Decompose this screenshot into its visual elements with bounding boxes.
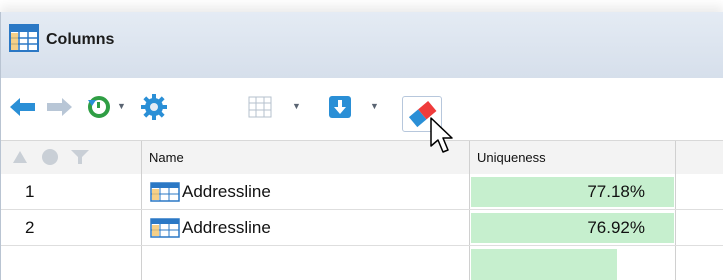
column-divider bbox=[675, 174, 676, 209]
table-row[interactable]: 1 Addressline 77.18% bbox=[1, 174, 723, 210]
row-index: 2 bbox=[25, 218, 35, 237]
table-view-icon bbox=[248, 96, 272, 118]
column-header-uniqueness[interactable]: Uniqueness bbox=[477, 141, 546, 174]
uniqueness-bar bbox=[471, 249, 617, 280]
export-dropdown-arrow-icon[interactable]: ▼ bbox=[370, 101, 379, 111]
table-icon bbox=[9, 24, 39, 52]
status-circle-icon[interactable] bbox=[41, 148, 59, 166]
settings-button[interactable] bbox=[136, 88, 172, 126]
column-header-name[interactable]: Name bbox=[149, 141, 184, 174]
filter-icon[interactable] bbox=[70, 148, 90, 166]
uniqueness-value: 76.92% bbox=[587, 218, 645, 237]
column-divider bbox=[675, 246, 676, 280]
columns-panel: Columns ▼ ▼ ▼ Name Uniqueness 1 Addressl… bbox=[0, 12, 723, 280]
column-icon bbox=[150, 218, 180, 238]
uniqueness-value: 77.18% bbox=[587, 182, 645, 201]
grid-header: Name Uniqueness bbox=[1, 140, 723, 175]
table-row[interactable]: 2 Addressline 76.92% bbox=[1, 210, 723, 246]
column-name: Addressline bbox=[182, 218, 271, 237]
toolbar: ▼ ▼ ▼ bbox=[1, 88, 723, 126]
panel-title: Columns bbox=[46, 31, 115, 48]
column-divider bbox=[675, 141, 676, 174]
refresh-button[interactable] bbox=[83, 88, 115, 126]
column-name: Addressline bbox=[182, 182, 271, 201]
column-divider bbox=[469, 174, 470, 209]
view-button[interactable] bbox=[244, 88, 276, 126]
table-row[interactable] bbox=[1, 246, 723, 280]
export-button[interactable] bbox=[323, 88, 357, 126]
panel-header: Columns bbox=[1, 12, 723, 78]
refresh-icon bbox=[88, 96, 110, 118]
column-icon bbox=[150, 182, 180, 202]
forward-button[interactable] bbox=[43, 88, 75, 126]
arrow-left-icon bbox=[10, 98, 35, 116]
sort-icon[interactable] bbox=[11, 149, 29, 165]
column-divider bbox=[141, 246, 142, 280]
column-divider bbox=[469, 141, 470, 174]
refresh-dropdown-arrow-icon[interactable]: ▼ bbox=[117, 101, 126, 111]
column-divider bbox=[141, 141, 142, 174]
column-divider bbox=[675, 210, 676, 245]
gear-icon bbox=[141, 94, 167, 120]
row-index: 1 bbox=[25, 182, 35, 201]
column-divider bbox=[141, 174, 142, 209]
back-button[interactable] bbox=[7, 88, 39, 126]
download-icon bbox=[329, 96, 351, 118]
view-dropdown-arrow-icon[interactable]: ▼ bbox=[292, 101, 301, 111]
arrow-right-icon bbox=[47, 98, 72, 116]
column-divider bbox=[469, 210, 470, 245]
column-divider bbox=[141, 210, 142, 245]
column-divider bbox=[469, 246, 470, 280]
mouse-cursor-icon bbox=[430, 117, 453, 153]
